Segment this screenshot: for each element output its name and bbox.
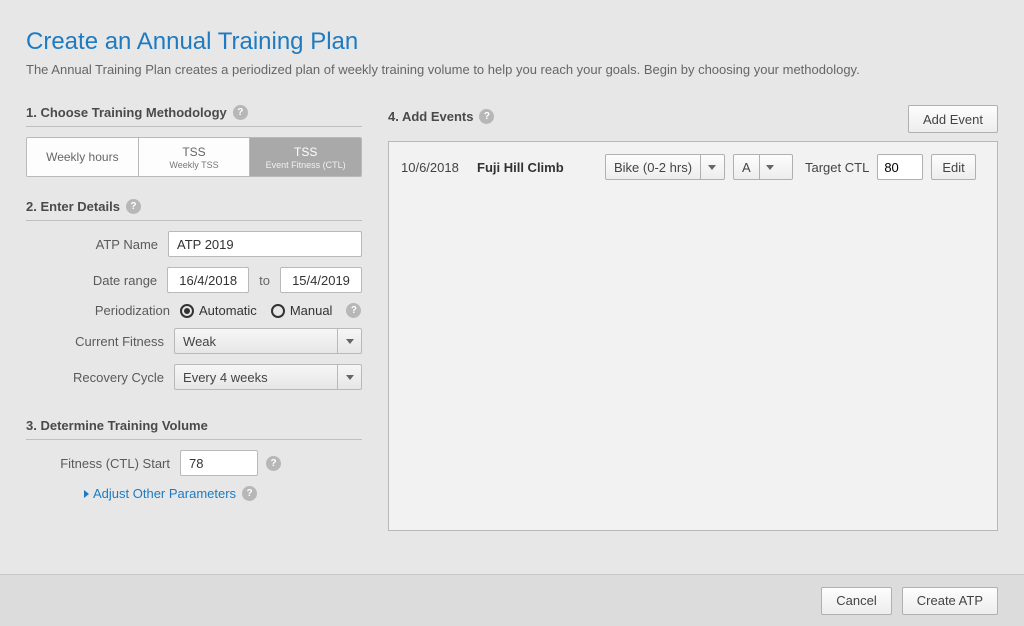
date-from-input[interactable]	[167, 267, 249, 293]
section-methodology-label: 1. Choose Training Methodology	[26, 105, 227, 120]
tab-sublabel: Event Fitness (CTL)	[266, 160, 346, 170]
footer-bar: Cancel Create ATP	[0, 574, 1024, 626]
help-icon[interactable]: ?	[266, 456, 281, 471]
adjust-parameters-link[interactable]: Adjust Other Parameters	[84, 486, 236, 501]
date-to-input[interactable]	[280, 267, 362, 293]
target-ctl-input[interactable]	[877, 154, 923, 180]
events-container: 10/6/2018 Fuji Hill Climb Bike (0-2 hrs)…	[388, 141, 998, 531]
event-date: 10/6/2018	[401, 160, 469, 175]
chevron-down-icon	[337, 365, 361, 389]
section-details: 2. Enter Details ?	[26, 199, 362, 221]
tab-label: TSS	[294, 145, 317, 159]
add-event-button[interactable]: Add Event	[908, 105, 998, 133]
current-fitness-label: Current Fitness	[26, 334, 174, 349]
date-range-label: Date range	[26, 273, 167, 288]
ctl-start-input[interactable]	[180, 450, 258, 476]
atp-name-label: ATP Name	[26, 237, 168, 252]
radio-icon	[271, 304, 285, 318]
edit-event-button[interactable]: Edit	[931, 154, 975, 180]
target-ctl-label: Target CTL	[805, 160, 869, 175]
event-type-select[interactable]: Bike (0-2 hrs)	[605, 154, 725, 180]
periodization-auto-radio[interactable]: Automatic	[180, 303, 257, 318]
tab-label: TSS	[182, 145, 205, 159]
recovery-cycle-select[interactable]: Every 4 weeks	[174, 364, 362, 390]
help-icon[interactable]: ?	[346, 303, 361, 318]
help-icon[interactable]: ?	[233, 105, 248, 120]
chevron-down-icon	[337, 329, 361, 353]
link-text: Adjust Other Parameters	[93, 486, 236, 501]
event-priority-select[interactable]: A	[733, 154, 793, 180]
tab-event-fitness[interactable]: TSS Event Fitness (CTL)	[250, 138, 361, 176]
periodization-manual-radio[interactable]: Manual	[271, 303, 333, 318]
page-subtitle: The Annual Training Plan creates a perio…	[26, 62, 998, 77]
radio-icon	[180, 304, 194, 318]
select-value: Every 4 weeks	[175, 365, 337, 389]
select-value: A	[734, 155, 759, 179]
help-icon[interactable]: ?	[242, 486, 257, 501]
select-value: Weak	[175, 329, 337, 353]
section-events: 4. Add Events ?	[388, 109, 494, 124]
methodology-tabs: Weekly hours TSS Weekly TSS TSS Event Fi…	[26, 137, 362, 177]
select-value: Bike (0-2 hrs)	[606, 155, 700, 179]
tab-weekly-hours[interactable]: Weekly hours	[27, 138, 139, 176]
chevron-down-icon	[700, 155, 722, 179]
ctl-start-label: Fitness (CTL) Start	[26, 456, 180, 471]
periodization-label: Periodization	[26, 303, 180, 318]
page-title: Create an Annual Training Plan	[26, 28, 998, 56]
tab-label: Weekly hours	[46, 150, 118, 164]
section-volume-label: 3. Determine Training Volume	[26, 418, 208, 433]
radio-label: Automatic	[199, 303, 257, 318]
triangle-right-icon	[84, 490, 89, 498]
section-details-label: 2. Enter Details	[26, 199, 120, 214]
event-row: 10/6/2018 Fuji Hill Climb Bike (0-2 hrs)…	[401, 154, 985, 180]
help-icon[interactable]: ?	[126, 199, 141, 214]
tab-sublabel: Weekly TSS	[169, 160, 218, 170]
atp-name-input[interactable]	[168, 231, 362, 257]
chevron-down-icon	[759, 155, 781, 179]
cancel-button[interactable]: Cancel	[821, 587, 891, 615]
section-events-label: 4. Add Events	[388, 109, 473, 124]
recovery-cycle-label: Recovery Cycle	[26, 370, 174, 385]
section-volume: 3. Determine Training Volume	[26, 418, 362, 440]
radio-label: Manual	[290, 303, 333, 318]
current-fitness-select[interactable]: Weak	[174, 328, 362, 354]
help-icon[interactable]: ?	[479, 109, 494, 124]
tab-weekly-tss[interactable]: TSS Weekly TSS	[139, 138, 251, 176]
create-atp-button[interactable]: Create ATP	[902, 587, 998, 615]
date-to-label: to	[259, 273, 270, 288]
event-name: Fuji Hill Climb	[477, 160, 597, 175]
section-methodology: 1. Choose Training Methodology ?	[26, 105, 362, 127]
